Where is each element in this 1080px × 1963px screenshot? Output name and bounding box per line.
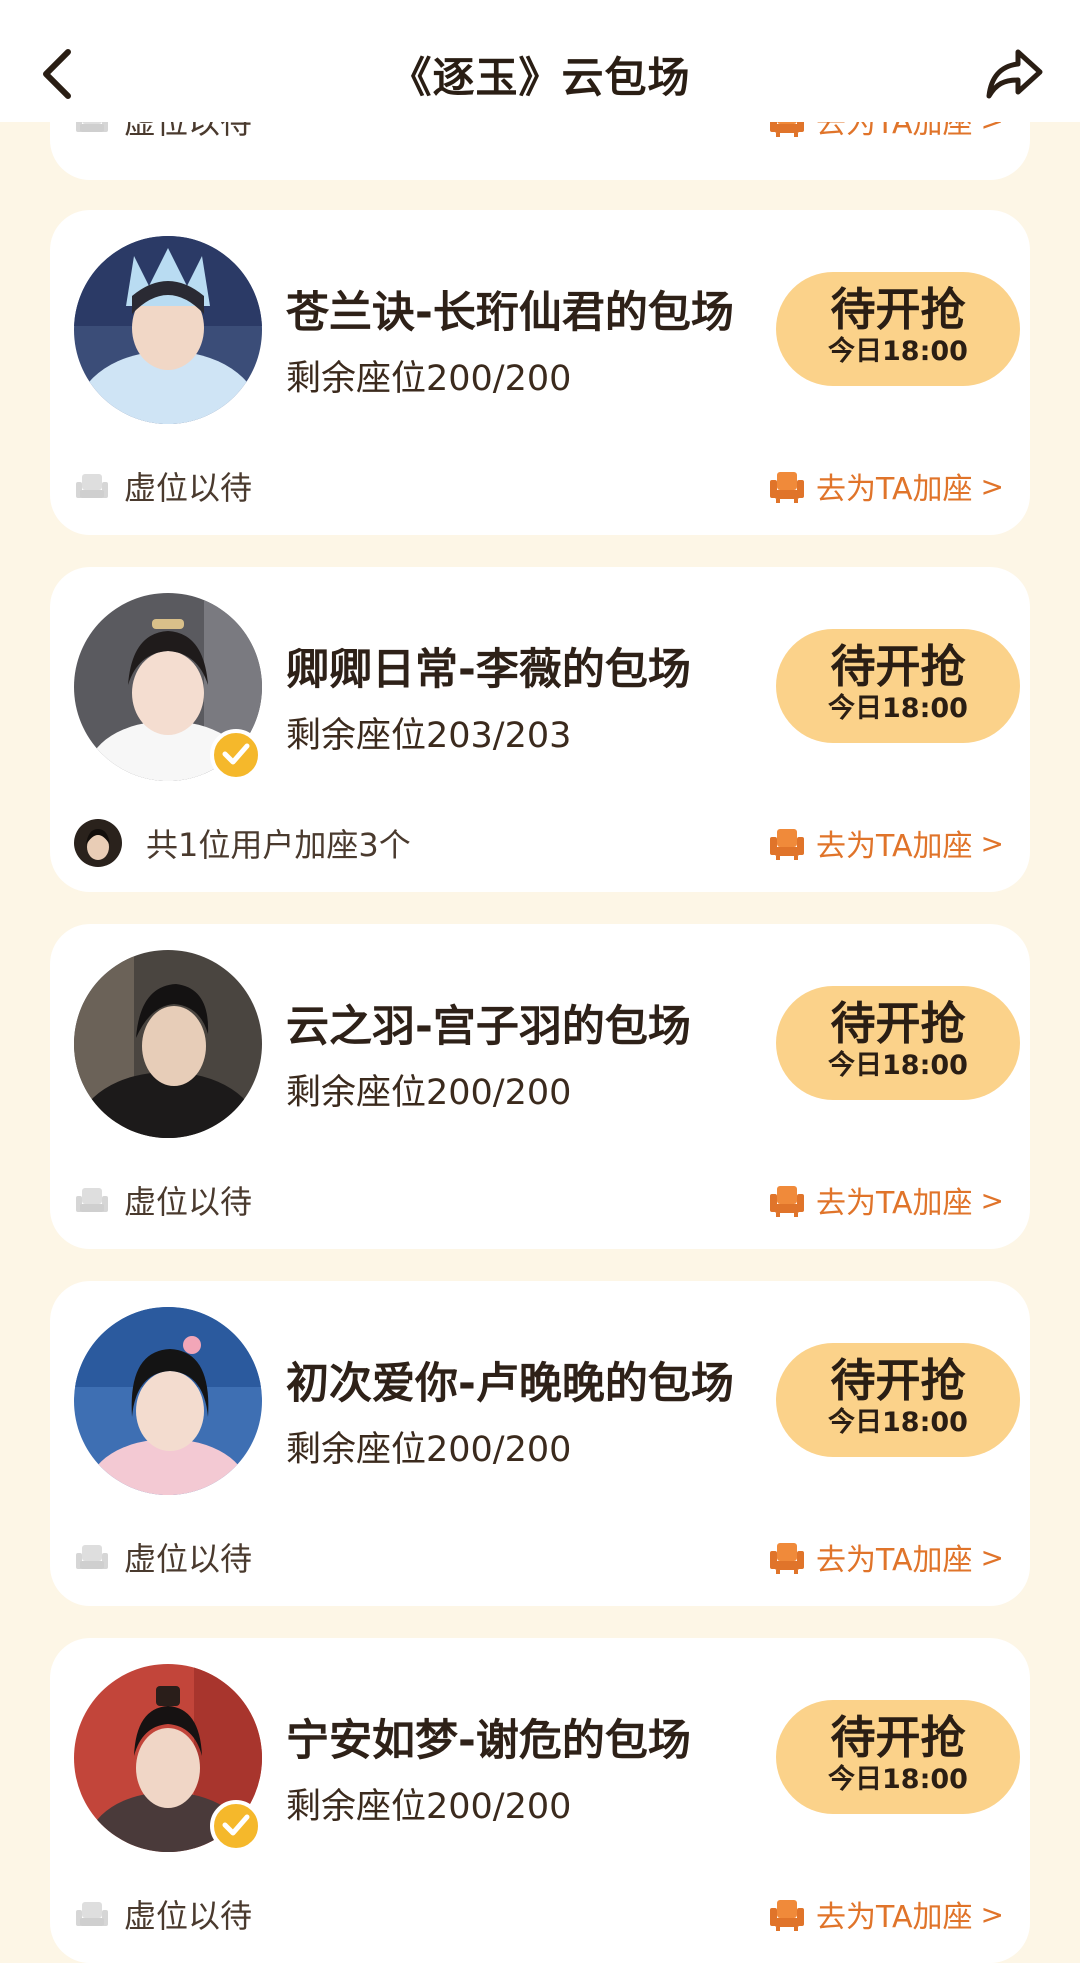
footer-status-text: 虚位以待 (124, 1540, 253, 1578)
supporters-count-text: 共1位用户加座3个 (146, 826, 411, 864)
add-seat-label: 去为TA加座 (816, 1186, 973, 1221)
status-label: 待开抢 (830, 997, 966, 1050)
chevron-right-icon: > (980, 1897, 1004, 1931)
status-button[interactable]: 待开抢 今日18:00 (776, 1343, 1020, 1457)
add-seat-label: 去为TA加座 (816, 829, 973, 864)
package-title: 初次爱你-卢晚晚的包场 (286, 1359, 734, 1409)
status-label: 待开抢 (830, 1711, 966, 1764)
remaining-seats: 剩余座位200/200 (286, 1073, 572, 1113)
remaining-seats: 剩余座位200/200 (286, 1787, 572, 1827)
package-title: 苍兰诀-长珩仙君的包场 (286, 288, 734, 338)
user-avatar (74, 819, 122, 867)
status-label: 待开抢 (830, 640, 966, 693)
add-seat-label: 去为TA加座 (816, 472, 973, 507)
package-title: 云之羽-宫子羽的包场 (286, 1002, 691, 1052)
seat-icon (76, 474, 108, 498)
footer-status-text: 虚位以待 (124, 1897, 253, 1935)
avatar (74, 950, 262, 1138)
footer-status-text: 虚位以待 (124, 1183, 253, 1221)
start-time: 今日18:00 (828, 1764, 968, 1795)
status-button[interactable]: 待开抢 今日18:00 (776, 1700, 1020, 1814)
add-seat-link[interactable]: 去为TA加座 > (768, 821, 1004, 865)
status-label: 待开抢 (830, 1354, 966, 1407)
sofa-icon (770, 1543, 804, 1574)
verified-badge (210, 1800, 262, 1852)
add-seat-link[interactable]: 去为TA加座 > (768, 1535, 1004, 1579)
add-seat-link[interactable]: 去为TA加座 > (768, 1892, 1004, 1936)
chevron-right-icon: > (980, 826, 1004, 860)
remaining-seats: 剩余座位203/203 (286, 716, 572, 756)
package-card[interactable]: 卿卿日常-李薇的包场 剩余座位203/203 待开抢 今日18:00 共1位用户… (50, 567, 1030, 892)
start-time: 今日18:00 (828, 1050, 968, 1081)
top-nav-bar: 《逐玉》云包场 (0, 0, 1080, 122)
status-button[interactable]: 待开抢 今日18:00 (776, 272, 1020, 386)
status-label: 待开抢 (830, 283, 966, 336)
add-seat-link[interactable]: 去为TA加座 > (768, 1178, 1004, 1222)
start-time: 今日18:00 (828, 336, 968, 367)
avatar (74, 236, 262, 424)
start-time: 今日18:00 (828, 693, 968, 724)
status-button[interactable]: 待开抢 今日18:00 (776, 986, 1020, 1100)
add-seat-label: 去为TA加座 (816, 1543, 973, 1578)
status-button[interactable]: 待开抢 今日18:00 (776, 629, 1020, 743)
package-card[interactable]: 云之羽-宫子羽的包场 剩余座位200/200 待开抢 今日18:00 虚位以待 (50, 924, 1030, 1249)
remaining-seats: 剩余座位200/200 (286, 359, 572, 399)
package-title: 卿卿日常-李薇的包场 (286, 645, 691, 695)
remaining-seats: 剩余座位200/200 (286, 1430, 572, 1470)
seat-icon (76, 1188, 108, 1212)
package-card[interactable]: 苍兰诀-长珩仙君的包场 剩余座位200/200 待开抢 今日18:00 虚位以待 (50, 210, 1030, 535)
share-arrow-icon[interactable] (984, 44, 1044, 102)
add-seat-label: 去为TA加座 (816, 1900, 973, 1935)
sofa-icon (770, 1186, 804, 1217)
package-title: 宁安如梦-谢危的包场 (286, 1716, 691, 1766)
seat-icon (76, 1545, 108, 1569)
sofa-icon (770, 472, 804, 503)
seat-icon (76, 1902, 108, 1926)
add-seat-link[interactable]: 去为TA加座 > (768, 464, 1004, 508)
page-title: 《逐玉》云包场 (389, 53, 691, 102)
package-card[interactable]: 初次爱你-卢晚晚的包场 剩余座位200/200 待开抢 今日18:00 虚位以待 (50, 1281, 1030, 1606)
start-time: 今日18:00 (828, 1407, 968, 1438)
package-card[interactable]: 宁安如梦-谢危的包场 剩余座位200/200 待开抢 今日18:00 虚位以待 (50, 1638, 1030, 1963)
chevron-right-icon: > (980, 1540, 1004, 1574)
avatar (74, 1307, 262, 1495)
chevron-right-icon: > (980, 1183, 1004, 1217)
sofa-icon (770, 829, 804, 860)
chevron-right-icon: > (980, 469, 1004, 503)
verified-badge (210, 729, 262, 781)
sofa-icon (770, 1900, 804, 1931)
footer-status-text: 虚位以待 (124, 469, 253, 507)
